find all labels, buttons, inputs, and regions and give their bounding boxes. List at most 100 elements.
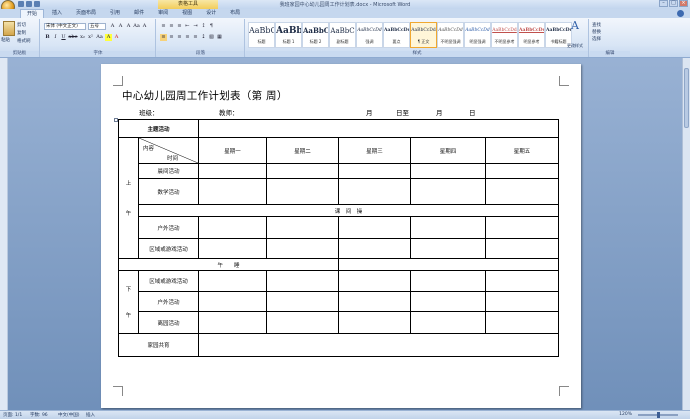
table-cell[interactable] [198, 238, 268, 259]
table-cell[interactable] [198, 291, 268, 312]
help-icon[interactable] [677, 10, 684, 17]
table-cell[interactable] [485, 270, 560, 292]
underline-button[interactable]: U [60, 34, 67, 41]
borders-icon[interactable]: ▦ [216, 34, 223, 41]
multilevel-icon[interactable]: ≡ [176, 23, 183, 30]
table-cell[interactable] [338, 270, 412, 292]
style-strong[interactable]: AaBbCcDd 要点 [383, 22, 410, 48]
tab-review[interactable]: 审阅 [152, 9, 174, 18]
table-cell[interactable] [485, 291, 560, 312]
sort-icon[interactable]: ↕ [200, 23, 207, 30]
numbering-icon[interactable]: ≡ [168, 23, 175, 30]
style-title[interactable]: AaBbC 标题 [248, 22, 275, 48]
justify-icon[interactable]: ≡ [184, 34, 191, 41]
scroll-thumb[interactable] [684, 68, 689, 128]
style-subtle-emphasis[interactable]: AaBbCcDd 不明显强调 [437, 22, 464, 48]
grow-font-button[interactable]: A [109, 23, 116, 30]
page-count[interactable]: 页面: 1/1 [3, 412, 22, 418]
table-cell[interactable] [410, 178, 487, 205]
table-cell[interactable] [266, 270, 340, 292]
table-cell[interactable] [410, 238, 487, 259]
table-cell[interactable] [338, 163, 412, 179]
nap-row-empty[interactable] [338, 258, 560, 271]
tab-design[interactable]: 设计 [200, 9, 222, 18]
table-cell[interactable] [198, 270, 268, 292]
maximize-button[interactable]: □ [669, 0, 678, 7]
table-cell[interactable] [198, 178, 268, 205]
style-normal[interactable]: AaBbCcDd ¶ 正文 [410, 22, 437, 48]
strikethrough-button[interactable]: abe [68, 34, 78, 41]
table-cell[interactable] [485, 163, 560, 179]
table-cell[interactable] [410, 291, 487, 312]
table-cell[interactable] [410, 311, 487, 334]
table-cell[interactable] [485, 238, 560, 259]
line-spacing-icon[interactable]: ↨ [200, 34, 207, 41]
tab-layout[interactable]: 布局 [224, 9, 246, 18]
table-cell[interactable] [266, 311, 340, 334]
table-cell[interactable] [338, 291, 412, 312]
change-case-button[interactable]: Aa [95, 34, 104, 41]
font-name-combo[interactable]: 宋体 (中文正文) [44, 23, 86, 30]
shading-icon[interactable]: ▧ [208, 34, 215, 41]
table-cell[interactable] [266, 238, 340, 259]
main-activity-cell[interactable]: 主题活动 [117, 119, 200, 138]
table-cell[interactable] [338, 238, 412, 259]
style-heading-1[interactable]: AaBb 标题 1 [275, 22, 302, 48]
tab-view[interactable]: 视图 [176, 9, 198, 18]
copy-button[interactable]: 复制 [17, 30, 26, 36]
italic-button[interactable]: I [52, 34, 59, 41]
tab-insert[interactable]: 插入 [46, 9, 68, 18]
font-color-button[interactable]: A [113, 34, 120, 41]
family-value-cell[interactable] [198, 333, 560, 357]
style-subtle-reference[interactable]: AaBbCcDd 不明显参考 [491, 22, 518, 48]
zoom-slider-knob[interactable] [657, 412, 660, 418]
document-page[interactable]: 中心幼儿园周工作计划表（第 周） 班级： 教师： 月 日至 月 日 主题活动 上… [101, 64, 581, 408]
close-button[interactable]: × [679, 0, 688, 7]
table-cell[interactable] [485, 311, 560, 334]
table-cell[interactable] [410, 163, 487, 179]
zoom-level[interactable]: 120% [619, 412, 632, 417]
table-cell[interactable] [338, 178, 412, 205]
shrink-font-button[interactable]: A [117, 23, 124, 30]
table-cell[interactable] [266, 216, 340, 239]
table-cell[interactable] [410, 270, 487, 292]
table-cell[interactable] [198, 216, 268, 239]
superscript-button[interactable]: x² [87, 34, 94, 41]
char-border-button[interactable]: A [141, 23, 148, 30]
decrease-indent-icon[interactable]: ⇤ [184, 23, 191, 30]
style-emphasis[interactable]: AaBbCcDd 强调 [356, 22, 383, 48]
language[interactable]: 中文(中国) [58, 412, 80, 418]
tab-mailings[interactable]: 邮件 [128, 9, 150, 18]
word-count[interactable]: 字数: 96 [30, 412, 48, 418]
distribute-icon[interactable]: ≡ [192, 34, 199, 41]
increase-indent-icon[interactable]: ⇥ [192, 23, 199, 30]
show-marks-icon[interactable]: ¶ [208, 23, 215, 30]
table-cell[interactable] [338, 311, 412, 334]
format-painter-button[interactable]: 格式刷 [17, 38, 31, 44]
find-button[interactable]: 查找 [592, 22, 601, 28]
bold-button[interactable]: B [44, 34, 51, 41]
table-cell[interactable] [485, 216, 560, 239]
paste-button[interactable]: 粘贴 [1, 37, 10, 43]
subscript-button[interactable]: x₂ [79, 34, 86, 41]
bullets-icon[interactable]: ≡ [160, 23, 167, 30]
align-center-icon[interactable]: ≡ [168, 34, 175, 41]
align-left-icon[interactable]: ≡ [160, 34, 167, 41]
style-heading-2[interactable]: AaBbC 标题 2 [302, 22, 329, 48]
table-cell[interactable] [266, 178, 340, 205]
cut-button[interactable]: 剪切 [17, 22, 26, 28]
tab-page-layout[interactable]: 页面布局 [70, 9, 102, 18]
select-button[interactable]: 选择 [592, 36, 601, 42]
replace-button[interactable]: 替换 [592, 29, 601, 35]
main-activity-value[interactable] [198, 119, 560, 138]
change-styles-button[interactable]: A 更改样式 [565, 20, 585, 51]
table-cell[interactable] [266, 163, 340, 179]
table-cell[interactable] [338, 216, 412, 239]
highlight-button[interactable]: A [105, 34, 112, 41]
table-cell[interactable] [266, 291, 340, 312]
paste-icon[interactable] [3, 21, 15, 36]
tab-references[interactable]: 引用 [104, 9, 126, 18]
align-right-icon[interactable]: ≡ [176, 34, 183, 41]
style-subtitle[interactable]: AaBbC 副标题 [329, 22, 356, 48]
table-cell[interactable] [198, 163, 268, 179]
